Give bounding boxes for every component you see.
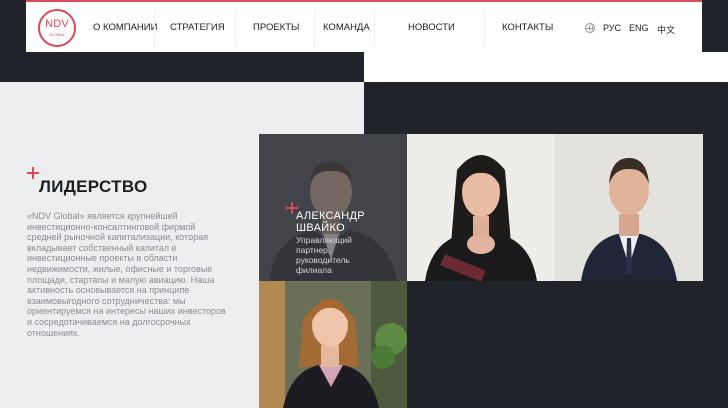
header-bar: NDV GLOBAL О КОМПАНИИ СТРАТЕГИЯ ПРОЕКТЫ … [26, 0, 702, 52]
team-card[interactable] [259, 281, 407, 408]
header-extension [364, 52, 728, 82]
logo-subtext: GLOBAL [48, 32, 65, 37]
team-photo [259, 281, 407, 408]
team-card[interactable] [555, 134, 703, 281]
nav-divider [374, 10, 375, 46]
team-card[interactable]: АЛЕКСАНДР ШВАЙКО Управляющий партнер, ру… [259, 134, 407, 281]
nav-divider [484, 10, 485, 46]
nav-item-projects[interactable]: ПРОЕКТЫ [253, 22, 299, 33]
lang-en[interactable]: ENG [629, 23, 649, 33]
nav-item-team[interactable]: КОМАНДА [323, 22, 370, 33]
logo-text: NDV [45, 18, 69, 30]
nav-divider [235, 10, 236, 46]
member-name: АЛЕКСАНДР ШВАЙКО [296, 210, 365, 234]
lang-zh[interactable]: 中文 [657, 23, 675, 36]
lang-ru[interactable]: РУС [603, 23, 621, 33]
nav-item-contacts[interactable]: КОНТАКТЫ [502, 22, 553, 33]
nav-item-news[interactable]: НОВОСТИ [408, 22, 455, 33]
nav-item-company[interactable]: О КОМПАНИИ [93, 22, 157, 33]
globe-icon [585, 23, 595, 33]
plus-icon [27, 167, 39, 179]
section-heading: ЛИДЕРСТВО [39, 177, 148, 196]
team-photo [407, 134, 555, 281]
nav-item-strategy[interactable]: СТРАТЕГИЯ [170, 22, 225, 33]
member-role: Управляющий партнер, руководитель филиал… [296, 235, 352, 275]
ndv-logo[interactable]: NDV GLOBAL [38, 9, 76, 47]
nav-divider [314, 10, 315, 46]
nav-divider [154, 10, 155, 46]
section-description: «NDV Global» является крупнейшей инвести… [27, 211, 226, 338]
team-photo [555, 134, 703, 281]
team-card[interactable] [407, 134, 555, 281]
